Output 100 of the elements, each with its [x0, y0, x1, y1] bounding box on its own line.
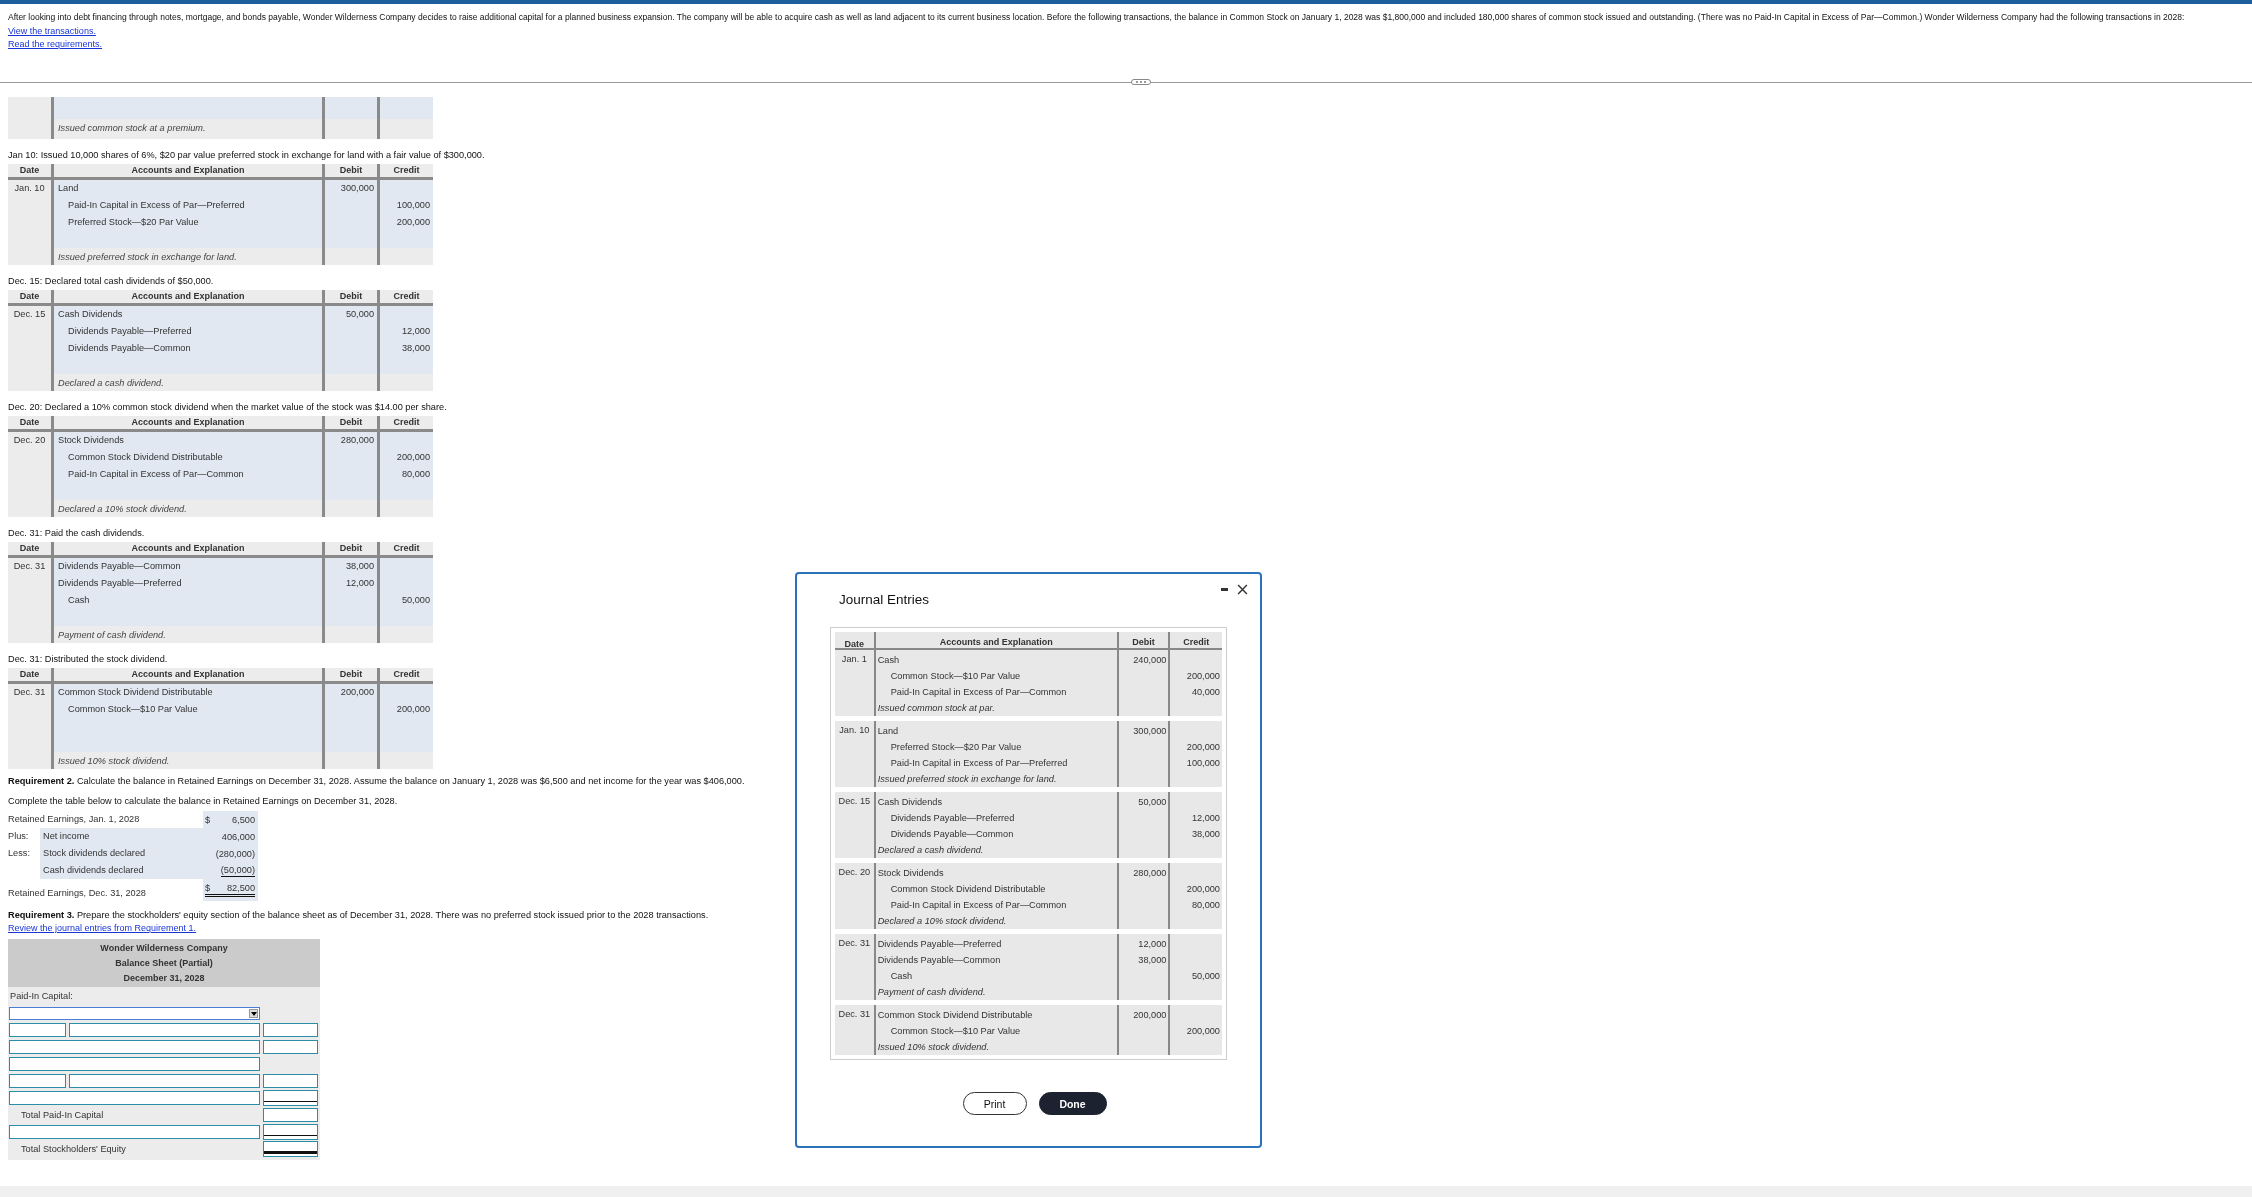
account-name: Cash — [876, 655, 900, 665]
amount-cell: $ 6,500 — [205, 814, 255, 825]
account-name: Dividends Payable—Preferred — [57, 578, 182, 588]
debit-amount: 240,000 — [1133, 655, 1167, 665]
credit-amount: 200,000 — [396, 452, 430, 462]
done-button[interactable]: Done — [1038, 1092, 1107, 1115]
column-header: Debit — [1118, 632, 1171, 648]
debit-amount: 200,000 — [1133, 1010, 1167, 1020]
print-button[interactable]: Print — [962, 1092, 1027, 1115]
account-name: Land — [57, 183, 79, 193]
credit-amount: 50,000 — [1191, 971, 1220, 981]
input-field[interactable] — [69, 1074, 260, 1088]
entry-date: Dec. 31 — [838, 938, 871, 948]
transaction-caption: Dec. 31: Paid the cash dividends. — [8, 527, 145, 539]
entry-date: Jan. 1 — [841, 654, 867, 664]
account-name: Cash — [889, 971, 913, 981]
input-field[interactable] — [9, 1091, 260, 1105]
requirement-text: Requirement 3. Prepare the stockholders' equity section of the balance sheet as of December 31, 2028. There was no preferred stock issued prior to the 2028 transactions. — [8, 909, 709, 922]
row-prefix: Plus: — [8, 831, 29, 841]
account-name: Preferred Stock—$20 Par Value — [67, 217, 199, 227]
entry-explanation: Issued 10% stock dividend. — [876, 1042, 990, 1052]
account-name: Land — [876, 726, 899, 736]
entry-date: Dec. 15 — [12, 308, 47, 319]
debit-amount: 300,000 — [340, 183, 374, 193]
link[interactable]: Review the journal entries from Requirement 1. — [8, 923, 197, 933]
row-label: Retained Earnings, Jan. 1, 2028 — [8, 813, 141, 826]
entry-date: Dec. 20 — [838, 867, 871, 877]
credit-amount: 80,000 — [1191, 900, 1220, 910]
account-name: Common Stock—$10 Par Value — [67, 704, 198, 714]
credit-amount: 200,000 — [396, 217, 430, 227]
account-name: Paid-In Capital in Excess of Par—Preferred — [889, 758, 1068, 768]
account-name: Paid-In Capital in Excess of Par—Common — [67, 469, 244, 479]
credit-amount: 12,000 — [401, 326, 430, 336]
section-label: Paid-In Capital: — [9, 989, 74, 1003]
amount-cell: (280,000) — [215, 848, 255, 859]
link[interactable]: Read the requirements. — [8, 38, 103, 51]
account-name: Paid-In Capital in Excess of Par—Common — [889, 687, 1067, 697]
amount-field[interactable] — [263, 1108, 318, 1122]
account-name: Stock Dividends — [876, 868, 944, 878]
balance-sheet-title: Balance Sheet (Partial) — [114, 957, 214, 970]
row-label: Stock dividends declared — [40, 845, 203, 862]
input-field[interactable] — [9, 1057, 260, 1071]
debit-amount: 280,000 — [1133, 868, 1167, 878]
credit-amount: 200,000 — [396, 704, 430, 714]
entry-date: Jan. 10 — [839, 725, 870, 735]
entry-explanation: Issued common stock at par. — [876, 703, 995, 713]
requirement-text: Requirement 2. Calculate the balance in Retained Earnings on December 31, 2028. Assume the balance on January 1, 2028 was $6,500 and net income for the year was $406,000. — [8, 775, 745, 788]
account-name: Common Stock Dividend Distributable — [876, 1010, 1033, 1020]
amount-field[interactable] — [263, 1040, 318, 1054]
entry-explanation: Issued common stock at a premium. — [57, 122, 207, 135]
debit-amount: 280,000 — [340, 435, 374, 445]
debit-amount: 300,000 — [1133, 726, 1167, 736]
entry-explanation: Payment of cash dividend. — [876, 987, 986, 997]
close-icon[interactable] — [1237, 584, 1248, 595]
amount-cell: 406,000 — [221, 831, 255, 842]
input-field[interactable] — [9, 1074, 66, 1088]
debit-amount: 50,000 — [1138, 797, 1167, 807]
column-header: Accounts and Explanation — [875, 632, 1119, 648]
input-field[interactable] — [69, 1023, 260, 1037]
input-field[interactable] — [9, 1125, 260, 1139]
credit-amount: 100,000 — [396, 200, 430, 210]
balance-sheet-title: December 31, 2028 — [122, 972, 206, 985]
amount-field[interactable] — [263, 1124, 318, 1140]
entry-explanation: Declared a 10% stock dividend. — [57, 503, 188, 516]
account-name: Cash Dividends — [57, 309, 123, 319]
entry-explanation: Declared a cash dividend. — [57, 377, 165, 390]
entry-explanation: Payment of cash dividend. — [57, 629, 167, 642]
transaction-caption: Jan 10: Issued 10,000 shares of 6%, $20 par value preferred stock in exchange for land with a fair value of $300,000. — [8, 149, 485, 161]
credit-amount: 12,000 — [1191, 813, 1220, 823]
credit-amount: 38,000 — [1191, 829, 1220, 839]
amount-field[interactable] — [263, 1023, 318, 1037]
credit-amount: 200,000 — [1186, 742, 1220, 752]
transaction-caption: Dec. 20: Declared a 10% common stock dividend when the market value of the stock was $14.00 per share. — [8, 401, 447, 413]
amount-field[interactable] — [263, 1074, 318, 1088]
row-label: Net income — [40, 828, 203, 845]
account-name: Dividends Payable—Common — [67, 343, 191, 353]
account-name: Paid-In Capital in Excess of Par—Preferred — [67, 200, 245, 210]
account-name: Dividends Payable—Common — [57, 561, 181, 571]
link[interactable]: View the transactions. — [8, 25, 96, 38]
debit-amount: 200,000 — [340, 687, 374, 697]
account-dropdown[interactable] — [9, 1006, 260, 1020]
drag-handle-icon[interactable] — [1131, 79, 1151, 85]
entry-explanation: Declared a cash dividend. — [876, 845, 984, 855]
account-name: Cash — [67, 595, 90, 605]
row-prefix: Less: — [8, 848, 30, 858]
account-name: Paid-In Capital in Excess of Par—Common — [889, 900, 1067, 910]
entry-date: Dec. 31 — [838, 1009, 871, 1019]
credit-amount: 100,000 — [1186, 758, 1220, 768]
account-name: Common Stock Dividend Distributable — [889, 884, 1046, 894]
input-field[interactable] — [9, 1040, 260, 1054]
entry-date: Jan. 10 — [13, 182, 46, 193]
input-field[interactable] — [9, 1023, 66, 1037]
account-name: Dividends Payable—Preferred — [67, 326, 192, 336]
amount-field[interactable] — [263, 1141, 318, 1157]
account-name: Common Stock—$10 Par Value — [889, 671, 1021, 681]
amount-field[interactable] — [263, 1090, 318, 1106]
dialog-title: Journal Entries — [839, 592, 931, 607]
account-name: Cash Dividends — [876, 797, 943, 807]
account-name: Stock Dividends — [57, 435, 124, 445]
credit-amount: 80,000 — [401, 469, 430, 479]
